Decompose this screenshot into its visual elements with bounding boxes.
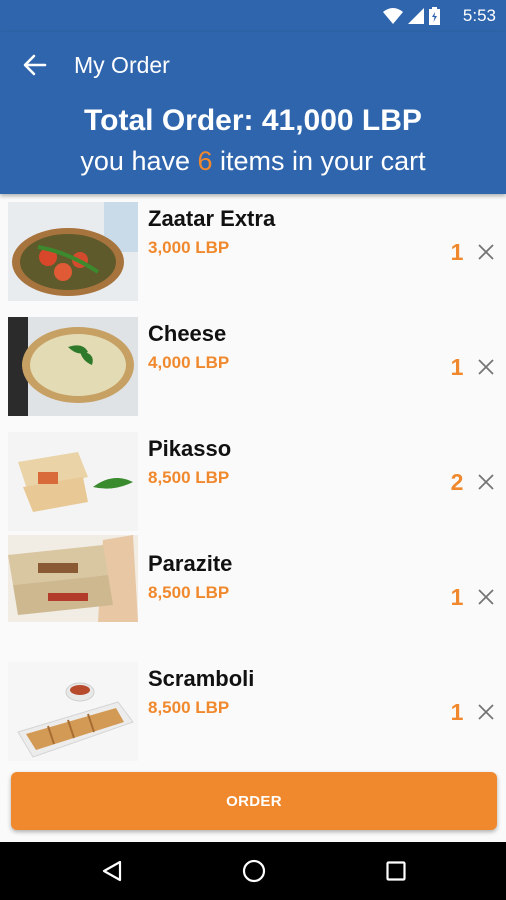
remove-item-button[interactable] bbox=[476, 242, 496, 262]
zaatar-manakish-photo bbox=[8, 202, 138, 301]
scramboli-photo bbox=[8, 662, 138, 761]
back-button[interactable] bbox=[18, 50, 52, 80]
close-icon bbox=[478, 359, 494, 375]
close-icon bbox=[478, 704, 494, 720]
close-icon bbox=[478, 589, 494, 605]
item-price: 8,500 LBP bbox=[148, 698, 230, 717]
list-item[interactable]: Zaatar Extra 3,000 LBP 1 bbox=[0, 194, 506, 309]
cart-count-prefix: you have bbox=[80, 146, 198, 176]
pikasso-wrap-photo bbox=[8, 432, 138, 531]
close-icon bbox=[478, 474, 494, 490]
order-button[interactable]: ORDER bbox=[11, 772, 497, 830]
item-image bbox=[8, 317, 138, 416]
item-price: 8,500 LBP bbox=[148, 583, 230, 602]
item-quantity: 2 bbox=[450, 469, 464, 495]
navigation-bar bbox=[0, 842, 506, 900]
list-item[interactable]: Pikasso 8,500 LBP 2 bbox=[0, 424, 506, 539]
item-image bbox=[8, 202, 138, 301]
status-icons bbox=[383, 7, 440, 25]
remove-item-button[interactable] bbox=[476, 587, 496, 607]
item-image bbox=[8, 535, 138, 622]
item-quantity: 1 bbox=[450, 354, 464, 380]
item-name: Parazite bbox=[148, 551, 233, 576]
order-list: Zaatar Extra 3,000 LBP 1 Cheese 4,000 LB… bbox=[0, 194, 506, 769]
nav-back-button[interactable] bbox=[100, 859, 124, 888]
item-price: 8,500 LBP bbox=[148, 468, 230, 487]
item-quantity: 1 bbox=[450, 584, 464, 610]
item-name: Pikasso bbox=[148, 436, 232, 461]
list-item[interactable]: Parazite 8,500 LBP 1 bbox=[0, 535, 506, 654]
nav-recent-button[interactable] bbox=[386, 861, 406, 886]
list-item[interactable]: Cheese 4,000 LBP 1 bbox=[0, 309, 506, 424]
parazite-wrap-photo bbox=[8, 535, 138, 622]
order-total: Total Order: 41,000 LBP bbox=[84, 104, 422, 137]
status-time: 5:53 bbox=[462, 6, 496, 25]
cheese-manakish-photo bbox=[8, 317, 138, 416]
remove-item-button[interactable] bbox=[476, 702, 496, 722]
nav-recent-icon bbox=[386, 861, 406, 881]
cart-count-number: 6 bbox=[197, 146, 213, 176]
item-quantity: 1 bbox=[450, 239, 464, 265]
item-name: Scramboli bbox=[148, 666, 255, 691]
close-icon bbox=[478, 244, 494, 260]
arrow-left-icon bbox=[23, 54, 47, 76]
page-title: My Order bbox=[74, 52, 170, 78]
list-item[interactable]: Scramboli 8,500 LBP 1 bbox=[0, 654, 506, 769]
cart-count-suffix: items in your cart bbox=[212, 146, 426, 176]
status-bar: 5:53 bbox=[0, 0, 506, 32]
cell-signal-icon bbox=[408, 8, 424, 24]
item-price: 4,000 LBP bbox=[148, 353, 230, 372]
nav-home-button[interactable] bbox=[242, 859, 266, 888]
app-bar: My Order Total Order: 41,000 LBP you hav… bbox=[0, 32, 506, 194]
item-image bbox=[8, 432, 138, 531]
item-price: 3,000 LBP bbox=[148, 238, 230, 257]
item-name: Cheese bbox=[148, 321, 227, 346]
wifi-icon bbox=[383, 8, 403, 24]
remove-item-button[interactable] bbox=[476, 472, 496, 492]
item-quantity: 1 bbox=[450, 699, 464, 725]
nav-back-icon bbox=[102, 860, 122, 882]
item-image bbox=[8, 662, 138, 761]
item-name: Zaatar Extra bbox=[148, 206, 276, 231]
nav-home-icon bbox=[242, 859, 266, 883]
cart-count-text: you have 6 items in your cart bbox=[0, 146, 506, 177]
remove-item-button[interactable] bbox=[476, 357, 496, 377]
battery-icon bbox=[429, 7, 440, 25]
